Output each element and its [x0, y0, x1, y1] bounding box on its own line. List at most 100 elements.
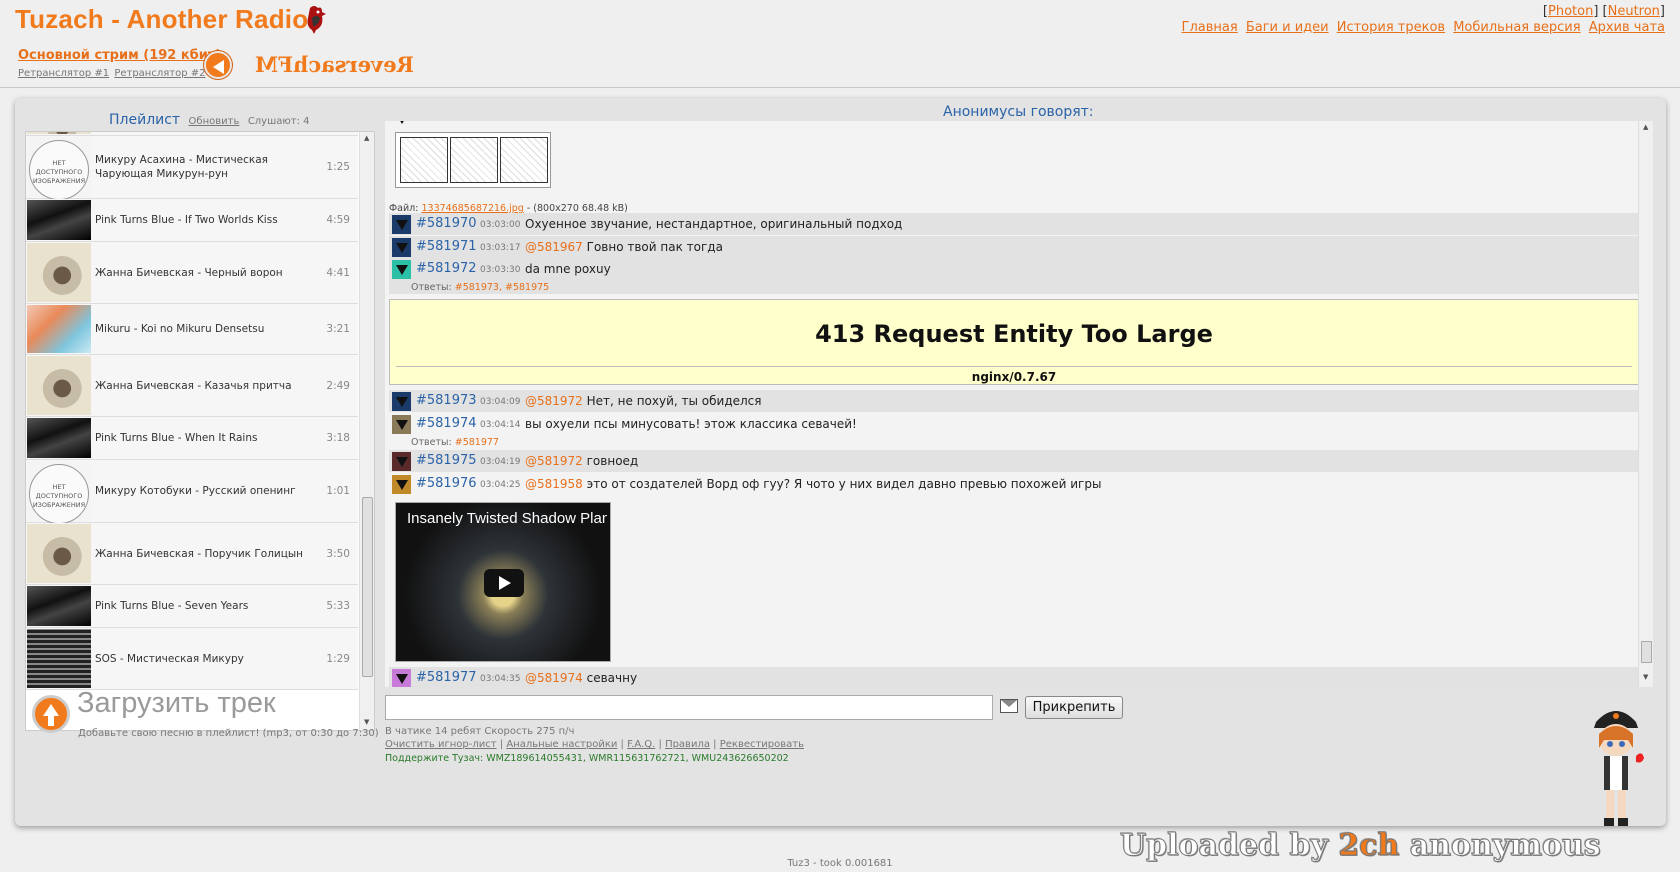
message-input[interactable]: [385, 695, 993, 720]
upload-arrow-icon[interactable]: [32, 695, 70, 733]
track-thumbnail: [27, 200, 91, 240]
play-back-button[interactable]: [204, 51, 232, 79]
track-title: Жанна Бичевская - Поручик Голицын: [95, 547, 304, 560]
relay-2-link[interactable]: Ретранслятор #2: [114, 68, 205, 79]
scroll-down-icon[interactable]: ▼: [364, 718, 369, 726]
vote-icon[interactable]: [392, 215, 411, 234]
list-item[interactable]: Pink Turns Blue - When It Rains 3:18: [26, 417, 358, 460]
scroll-up-icon[interactable]: ▲: [1643, 123, 1648, 131]
playlist-scrollbar[interactable]: ▲ ▼: [359, 132, 374, 730]
post-number[interactable]: #581970: [416, 216, 477, 231]
post-number[interactable]: #581975: [416, 453, 477, 468]
server-photon-link[interactable]: Photon: [1548, 4, 1593, 19]
list-item[interactable]: Жанна Бичевская - Черный ворон 4:41: [26, 242, 358, 304]
vote-icon[interactable]: [392, 452, 411, 471]
playlist: НЕТ ДОСТУПНОГО ИЗОБРАЖЕНИЯ Микуру Асахин…: [25, 131, 375, 731]
nav-bugs[interactable]: Баги и идеи: [1246, 20, 1329, 35]
vote-icon[interactable]: [392, 260, 411, 279]
post-number[interactable]: #581977: [416, 670, 477, 685]
post-number[interactable]: #581976: [416, 476, 477, 491]
upload-track-link[interactable]: Загрузить трек: [77, 687, 276, 720]
faq-link[interactable]: F.A.Q.: [627, 739, 655, 750]
donate-info: Поддержите Тузач: WMZ189614055431, WMR11…: [385, 753, 789, 764]
answers-label: Ответы:: [411, 437, 452, 448]
post-body: вы охуели псы минусовать! этож классика …: [525, 417, 857, 431]
post-time: 03:04:19: [480, 457, 521, 467]
post-reply-ref[interactable]: @581972: [525, 394, 583, 408]
post-text: Охуенное звучание, нестандартное, оригин…: [525, 217, 902, 231]
main-stream-link[interactable]: Основной стрим (192 кбит): [18, 48, 221, 63]
track-duration: 3:21: [326, 323, 350, 335]
nav-archive[interactable]: Архив чата: [1589, 20, 1665, 35]
post-number[interactable]: #581972: [416, 261, 477, 276]
list-item[interactable]: Жанна Бичевская - Поручик Голицын 3:50: [26, 523, 358, 585]
post-number[interactable]: #581973: [416, 393, 477, 408]
track-thumbnail: [27, 305, 91, 353]
nav-history[interactable]: История треков: [1337, 20, 1445, 35]
list-item[interactable]: Pink Turns Blue - If Two Worlds Kiss 4:5…: [26, 199, 358, 242]
request-link[interactable]: Реквестировать: [720, 739, 804, 750]
chat-links: Очистить игнор-лист | Анальные настройки…: [385, 739, 805, 750]
chat-message: #581971 03:03:17 @581967 Говно твой пак …: [389, 236, 1639, 258]
vote-icon[interactable]: [392, 669, 411, 687]
chat-message: #581977 03:04:35 @581974 севачну: [389, 667, 1639, 687]
header: Tuzach - Another Radio [Photon] [Neutron…: [0, 0, 1680, 88]
video-embed[interactable]: Insanely Twisted Shadow Planet: [395, 502, 611, 662]
post-text: вы охуели псы минусовать! этож классика …: [525, 417, 857, 431]
rules-link[interactable]: Правила: [665, 739, 710, 750]
answers-links[interactable]: #581977: [455, 437, 499, 448]
settings-link[interactable]: Анальные настройки: [506, 739, 617, 750]
site-logo[interactable]: Tuzach - Another Radio: [15, 4, 308, 35]
nav-home[interactable]: Главная: [1182, 20, 1238, 35]
post-reply-ref[interactable]: @581967: [525, 240, 583, 254]
comic-panel: [400, 137, 448, 183]
track-thumbnail: [27, 586, 91, 626]
playlist-header: Плейлист Обновить Слушают: 4: [109, 112, 310, 128]
post-number[interactable]: #581971: [416, 239, 477, 254]
relay-1-link[interactable]: Ретранслятор #1: [18, 68, 109, 79]
scroll-up-icon[interactable]: ▲: [364, 134, 369, 142]
bracket: ]: [1659, 4, 1665, 19]
track-duration: 4:59: [326, 214, 350, 226]
list-item[interactable]: НЕТ ДОСТУПНОГО ИЗОБРАЖЕНИЯ Микуру Асахин…: [26, 136, 358, 200]
list-item[interactable]: Жанна Бичевская - Казачья притча 2:49: [26, 355, 358, 417]
vote-icon[interactable]: [392, 238, 411, 257]
post-text: @581972 говноед: [525, 454, 638, 468]
scroll-thumb[interactable]: [362, 497, 373, 677]
list-item[interactable]: НЕТ ДОСТУПНОГО ИЗОБРАЖЕНИЯ Микуру Котобу…: [26, 460, 358, 524]
post-reply-ref[interactable]: @581974: [525, 671, 583, 685]
list-item[interactable]: Pink Turns Blue - Seven Years 5:33: [26, 585, 358, 628]
chat-log: Файл: 13374685687216.jpg - (800x270 68.4…: [385, 121, 1653, 687]
list-item[interactable]: Mikuru - Koi no Mikuru Densetsu 3:21: [26, 304, 358, 355]
post-reply-ref[interactable]: @581972: [525, 454, 583, 468]
track-thumbnail: [27, 356, 91, 415]
chat-message: #581973 03:04:09 @581972 Нет, не похуй, …: [389, 390, 1639, 412]
chat-scrollbar[interactable]: ▲ ▼: [1638, 121, 1653, 687]
clear-ignore-link[interactable]: Очистить игнор-лист: [385, 739, 497, 750]
vote-icon[interactable]: [392, 475, 411, 494]
play-icon[interactable]: [484, 569, 524, 597]
post-number[interactable]: #581974: [416, 416, 477, 431]
attach-button[interactable]: Прикрепить: [1025, 696, 1123, 719]
track-title: SOS - Мистическая Микуру: [95, 652, 244, 665]
chat-stats: В чатике 14 ребят Скорость 275 п/ч: [385, 726, 575, 737]
mail-icon[interactable]: [1000, 699, 1018, 713]
scroll-thumb[interactable]: [1641, 641, 1652, 663]
nav-mobile[interactable]: Мобильная версия: [1453, 20, 1580, 35]
answers-links[interactable]: #581973, #581975: [455, 282, 550, 293]
vote-icon[interactable]: [392, 392, 411, 411]
video-title: Insanely Twisted Shadow Planet: [407, 510, 607, 527]
vote-icon[interactable]: [392, 415, 411, 434]
chat-message: #581976 03:04:25 @581958 это от создател…: [389, 473, 1639, 495]
chat-message: #581970 03:03:00 Охуенное звучание, нест…: [389, 213, 1639, 235]
attached-image[interactable]: [395, 132, 551, 188]
server-neutron-link[interactable]: Neutron: [1608, 4, 1660, 19]
refresh-link[interactable]: Обновить: [189, 116, 240, 127]
list-item[interactable]: SOS - Мистическая Микуру 1:29: [26, 628, 358, 690]
post-text: @581967 Говно твой пак тогда: [525, 240, 723, 254]
chat-message: #581975 03:04:19 @581972 говноед: [389, 450, 1639, 472]
post-text: @581972 Нет, не похуй, ты обиделся: [525, 394, 762, 408]
post-reply-ref[interactable]: @581958: [525, 477, 583, 491]
comic-panel: [450, 137, 498, 183]
scroll-down-icon[interactable]: ▼: [1643, 673, 1648, 681]
